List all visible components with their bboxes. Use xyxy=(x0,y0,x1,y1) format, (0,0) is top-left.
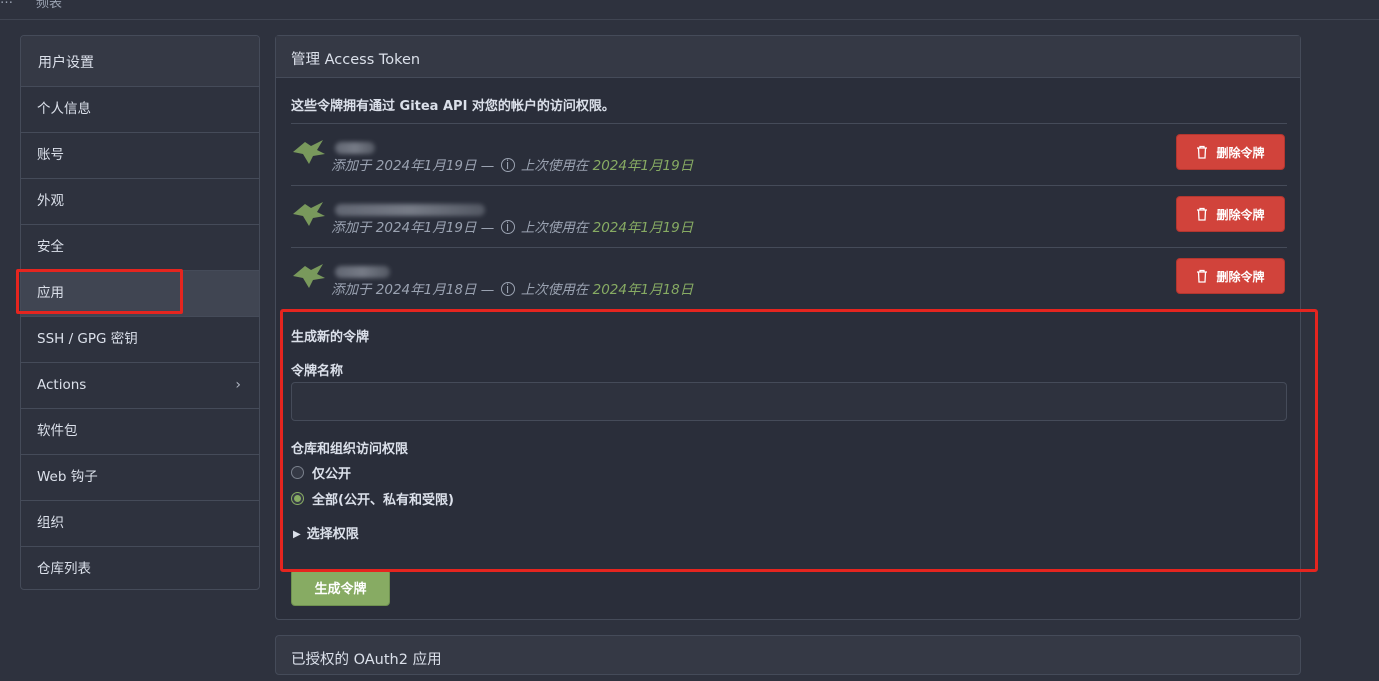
sidebar-header: 用户设置 xyxy=(21,36,259,87)
key-icon xyxy=(293,202,325,226)
delete-token-button[interactable]: 删除令牌 xyxy=(1176,196,1285,232)
panel-title: 管理 Access Token xyxy=(276,36,1300,78)
token-row: 添加于 2024年1月19日 — i 上次使用在 2024年1月19日 删除令牌 xyxy=(291,185,1287,247)
trash-icon xyxy=(1197,145,1208,159)
sidebar-item-ssh-gpg-keys[interactable]: SSH / GPG 密钥 xyxy=(21,317,259,363)
sidebar-item-account[interactable]: 账号 xyxy=(21,133,259,179)
trash-icon xyxy=(1197,207,1208,221)
token-name-redacted xyxy=(335,204,485,216)
top-navbar: … 频表 xyxy=(0,0,1379,20)
radio-button-checked[interactable] xyxy=(291,492,304,505)
info-icon: i xyxy=(500,158,515,172)
sidebar-item-security[interactable]: 安全 xyxy=(21,225,259,271)
trash-icon xyxy=(1197,269,1208,283)
info-icon: i xyxy=(500,282,515,296)
chevron-right-icon: › xyxy=(235,377,241,393)
key-icon xyxy=(293,264,325,288)
delete-token-label: 删除令牌 xyxy=(1216,269,1265,284)
sidebar-item-webhooks[interactable]: Web 钩子 xyxy=(21,455,259,501)
delete-token-label: 删除令牌 xyxy=(1216,207,1265,222)
token-added: 添加于 2024年1月19日 — xyxy=(331,220,495,236)
token-added: 添加于 2024年1月18日 — xyxy=(331,282,495,298)
token-name-label: 令牌名称 xyxy=(291,364,344,379)
token-meta: 添加于 2024年1月18日 — i 上次使用在 2024年1月18日 xyxy=(331,278,693,298)
select-permissions-label: 选择权限 xyxy=(306,527,359,542)
access-token-panel: 管理 Access Token 这些令牌拥有通过 Gitea API 对您的帐户… xyxy=(275,35,1301,620)
token-added: 添加于 2024年1月19日 — xyxy=(331,158,495,174)
sidebar-item-label: Actions xyxy=(37,377,87,393)
generate-token-heading: 生成新的令牌 xyxy=(291,330,370,345)
settings-sidebar: 用户设置 个人信息 账号 外观 安全 应用 SSH / GPG 密钥 Actio… xyxy=(20,35,260,590)
radio-public-only[interactable]: 仅公开 xyxy=(291,463,351,482)
sidebar-item-appearance[interactable]: 外观 xyxy=(21,179,259,225)
token-meta: 添加于 2024年1月19日 — i 上次使用在 2024年1月19日 xyxy=(331,216,693,236)
token-name-input[interactable] xyxy=(291,382,1287,421)
token-last-used-date: 2024年1月19日 xyxy=(592,158,694,174)
sidebar-item-profile[interactable]: 个人信息 xyxy=(21,87,259,133)
radio-label: 仅公开 xyxy=(312,467,352,482)
sidebar-item-actions[interactable]: Actions › xyxy=(21,363,259,409)
delete-token-label: 删除令牌 xyxy=(1216,145,1265,160)
token-last-used-date: 2024年1月19日 xyxy=(592,220,694,236)
repo-org-access-label: 仓库和组织访问权限 xyxy=(291,442,409,457)
token-name-redacted xyxy=(335,142,375,154)
caret-right-icon: ▶ xyxy=(293,529,301,540)
delete-token-button[interactable]: 删除令牌 xyxy=(1176,134,1285,170)
radio-all[interactable]: 全部(公开、私有和受限) xyxy=(291,489,454,508)
token-last-used-date: 2024年1月18日 xyxy=(592,282,694,298)
sidebar-item-packages[interactable]: 软件包 xyxy=(21,409,259,455)
radio-button[interactable] xyxy=(291,466,304,479)
token-last-used-label: 上次使用在 xyxy=(520,158,589,174)
generate-token-button[interactable]: 生成令牌 xyxy=(291,569,390,606)
token-last-used-label: 上次使用在 xyxy=(520,220,589,236)
token-meta: 添加于 2024年1月19日 — i 上次使用在 2024年1月19日 xyxy=(331,154,693,174)
sidebar-item-repositories[interactable]: 仓库列表 xyxy=(21,547,259,589)
token-name-redacted xyxy=(335,266,390,278)
sidebar-item-applications[interactable]: 应用 xyxy=(21,271,259,317)
oauth2-apps-panel: 已授权的 OAuth2 应用 xyxy=(275,635,1301,675)
key-icon xyxy=(293,140,325,164)
info-icon: i xyxy=(500,220,515,234)
panel-title: 已授权的 OAuth2 应用 xyxy=(291,652,442,668)
token-last-used-label: 上次使用在 xyxy=(520,282,589,298)
radio-label: 全部(公开、私有和受限) xyxy=(312,493,454,508)
panel-description: 这些令牌拥有通过 Gitea API 对您的帐户的访问权限。 xyxy=(291,99,615,114)
select-permissions-toggle[interactable]: ▶ 选择权限 xyxy=(293,523,359,542)
token-row: 添加于 2024年1月19日 — i 上次使用在 2024年1月19日 删除令牌 xyxy=(291,123,1287,185)
breadcrumb-root[interactable]: … xyxy=(0,0,13,7)
sidebar-item-organizations[interactable]: 组织 xyxy=(21,501,259,547)
breadcrumb-current[interactable]: 频表 xyxy=(36,0,62,11)
token-row: 添加于 2024年1月18日 — i 上次使用在 2024年1月18日 删除令牌 xyxy=(291,247,1287,309)
delete-token-button[interactable]: 删除令牌 xyxy=(1176,258,1285,294)
